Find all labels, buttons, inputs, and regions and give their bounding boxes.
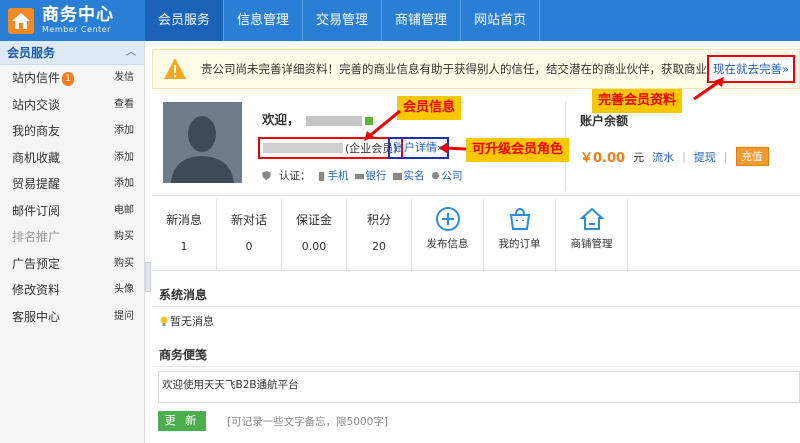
stat-points[interactable]: 积分 20 bbox=[347, 199, 412, 271]
sidebar-item-label[interactable]: 站内信件 bbox=[12, 71, 60, 85]
plus-circle-icon bbox=[435, 207, 460, 231]
system-messages-title: 系统消息 bbox=[159, 288, 208, 302]
sidebar-action[interactable]: 购买 bbox=[114, 224, 134, 251]
sidebar-action[interactable]: 电邮 bbox=[114, 198, 134, 225]
memo-textarea[interactable]: 欢迎使用天天飞B2B通航平台 bbox=[158, 371, 800, 403]
nav-member-service[interactable]: 会员服务 bbox=[145, 0, 225, 41]
sidebar-action[interactable]: 添加 bbox=[114, 145, 134, 172]
sidebar-item-email-subscribe[interactable]: 邮件订阅 电邮 bbox=[0, 198, 144, 225]
divider bbox=[152, 366, 800, 367]
logo[interactable]: 商务中心 Member Center bbox=[0, 0, 145, 41]
shopping-bag-icon bbox=[509, 207, 530, 230]
sidebar-action[interactable]: 购买 bbox=[114, 251, 134, 278]
publish-info-label: 发布信息 bbox=[426, 238, 469, 250]
house-icon bbox=[578, 207, 605, 230]
sidebar-item-label[interactable]: 我的商友 bbox=[12, 124, 60, 138]
sidebar-item-ad-booking[interactable]: 广告预定 购买 bbox=[0, 251, 144, 278]
annotation-arrows bbox=[364, 77, 724, 154]
stats-bar: 新消息 1 新对话 0 保证金 0.00 积分 20 发布信息 我的订单 商铺管理 bbox=[152, 199, 800, 271]
memo-hint: [可记录一些文字备忘，限5000字] bbox=[227, 416, 388, 428]
app-title: 商务中心 bbox=[42, 5, 114, 25]
sidebar-action[interactable]: 添加 bbox=[114, 118, 134, 145]
sidebar-item-friends[interactable]: 我的商友 添加 bbox=[0, 118, 144, 145]
sidebar-item-favorites[interactable]: 商机收藏 添加 bbox=[0, 145, 144, 172]
nav-site-home[interactable]: 网站首页 bbox=[461, 0, 541, 41]
nav-trade-management[interactable]: 交易管理 bbox=[303, 0, 383, 41]
my-orders-label: 我的订单 bbox=[498, 238, 541, 250]
divider bbox=[152, 306, 800, 307]
sidebar-item-label[interactable]: 修改资料 bbox=[12, 283, 60, 297]
sidebar-item-chat[interactable]: 站内交谈 查看 bbox=[0, 92, 144, 119]
sidebar-item-edit-profile[interactable]: 修改资料 头像 bbox=[0, 277, 144, 304]
sidebar-action[interactable]: 查看 bbox=[114, 92, 134, 119]
sidebar-item-label[interactable]: 客服中心 bbox=[12, 310, 60, 324]
unread-badge: 1 bbox=[62, 71, 75, 86]
top-header: 商务中心 Member Center 会员服务 信息管理 交易管理 商铺管理 网… bbox=[0, 0, 800, 41]
sidebar: 会员服务 ︿ 站内信件 1 发信 站内交谈 查看 我的商友 添加 商机收藏 添加 贸易提醒… bbox=[0, 41, 145, 443]
my-orders-button[interactable]: 我的订单 bbox=[484, 199, 556, 270]
shop-management-label: 商铺管理 bbox=[570, 238, 613, 250]
chevron-up-icon[interactable]: ︿ bbox=[126, 41, 136, 65]
nav-info-management[interactable]: 信息管理 bbox=[224, 0, 304, 41]
sidebar-item-label[interactable]: 贸易提醒 bbox=[12, 177, 60, 191]
sidebar-item-trade-alerts[interactable]: 贸易提醒 添加 bbox=[0, 171, 144, 198]
sidebar-item-label[interactable]: 邮件订阅 bbox=[12, 204, 60, 218]
nav-shop-management[interactable]: 商铺管理 bbox=[382, 0, 462, 41]
sidebar-item-support[interactable]: 客服中心 提问 bbox=[0, 304, 144, 331]
sidebar-item-label[interactable]: 广告预定 bbox=[12, 257, 60, 271]
sidebar-item-label[interactable]: 商机收藏 bbox=[12, 151, 60, 165]
business-memo-title: 商务便笺 bbox=[159, 348, 208, 362]
stat-new-messages[interactable]: 新消息 1 bbox=[152, 199, 217, 271]
shop-management-button[interactable]: 商铺管理 bbox=[556, 199, 628, 270]
sidebar-item-label[interactable]: 排名推广 bbox=[12, 230, 60, 244]
sidebar-item-label[interactable]: 站内交谈 bbox=[12, 98, 60, 112]
sidebar-action[interactable]: 头像 bbox=[114, 277, 134, 304]
stat-new-chats[interactable]: 新对话 0 bbox=[217, 199, 282, 271]
sidebar-collapse-handle[interactable] bbox=[145, 262, 151, 292]
update-memo-button[interactable]: 更 新 bbox=[158, 411, 206, 431]
top-nav: 会员服务 信息管理 交易管理 商铺管理 网站首页 bbox=[145, 0, 541, 41]
system-messages-empty: 暂无消息 bbox=[160, 313, 214, 329]
sidebar-action[interactable]: 提问 bbox=[114, 304, 134, 331]
sidebar-action[interactable]: 发信 bbox=[114, 65, 134, 92]
sidebar-action[interactable]: 添加 bbox=[114, 171, 134, 198]
main-content: 贵公司尚未完善详细资料！完善的商业信息有助于获得别人的信任，结交潜在的商业伙伴，… bbox=[152, 41, 800, 443]
sidebar-item-messages[interactable]: 站内信件 1 发信 bbox=[0, 65, 144, 92]
lightbulb-icon bbox=[160, 316, 168, 326]
sidebar-section-header[interactable]: 会员服务 ︿ bbox=[0, 41, 144, 65]
app-subtitle: Member Center bbox=[42, 25, 111, 34]
sidebar-section-title: 会员服务 bbox=[7, 46, 56, 60]
home-logo-icon bbox=[8, 7, 34, 34]
stat-deposit[interactable]: 保证金 0.00 bbox=[282, 199, 347, 271]
sidebar-item-ranking[interactable]: 排名推广 购买 bbox=[0, 224, 144, 251]
publish-info-button[interactable]: 发布信息 bbox=[412, 199, 484, 270]
